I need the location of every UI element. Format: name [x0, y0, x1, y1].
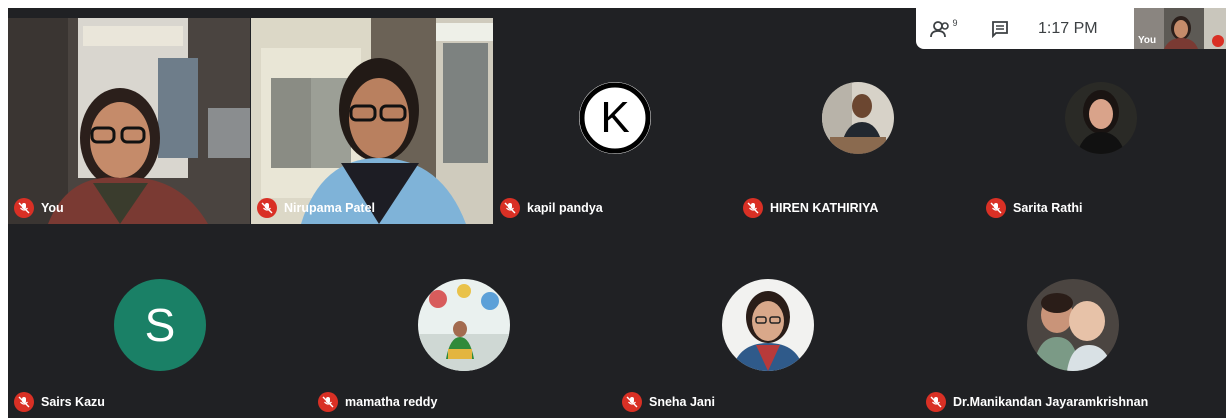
avatar [822, 82, 894, 154]
participant-name: mamatha reddy [345, 395, 438, 409]
mic-off-icon [743, 198, 763, 218]
participant-name: Dr.Manikandan Jayaramkrishnan [953, 395, 1149, 409]
mic-off-icon [14, 198, 34, 218]
participant-tile-mamatha-reddy[interactable]: mamatha reddy [312, 234, 616, 418]
participant-name: You [41, 201, 64, 215]
participant-tile-sneha-jani[interactable]: Sneha Jani [616, 234, 920, 418]
chat-icon [992, 20, 1008, 38]
participant-name: kapil pandya [527, 201, 603, 215]
avatar [1027, 279, 1119, 371]
participant-name: Nirupama Patel [284, 201, 376, 215]
participant-name: Sneha Jani [649, 395, 715, 409]
name-tag: Sairs Kazu [14, 392, 105, 412]
name-tag: Dr.Manikandan Jayaramkrishnan [926, 392, 1148, 412]
name-tag: mamatha reddy [318, 392, 437, 412]
participant-tile-kapil-pandya[interactable]: K kapil pandya [494, 18, 736, 224]
mic-off-icon [14, 392, 34, 412]
avatar [418, 279, 510, 371]
mic-off-icon [986, 198, 1006, 218]
self-view-thumbnail[interactable]: You [1134, 8, 1226, 49]
video-feed-nirupama-patel [251, 18, 493, 224]
participants-button[interactable]: 9 [916, 8, 972, 49]
avatar-letter: K [600, 93, 630, 142]
mic-off-icon [926, 392, 946, 412]
mic-off-icon [622, 392, 642, 412]
video-feed-you [8, 18, 250, 224]
name-tag: Sarita Rathi [986, 198, 1082, 218]
chat-button[interactable] [972, 8, 1028, 49]
participant-name: HIREN KATHIRIYA [770, 201, 879, 215]
participant-tile-dr-manikandan[interactable]: Dr.Manikandan Jayaramkrishnan [920, 234, 1226, 418]
avatar: S [114, 279, 206, 371]
avatar [1065, 82, 1137, 154]
avatar: K [579, 82, 651, 154]
avatar-letter: S [144, 299, 176, 351]
mic-off-icon [257, 198, 277, 218]
name-tag: HIREN KATHIRIYA [743, 198, 878, 218]
meeting-stage: You Nirupama Patel K kapil pandya HIREN … [8, 8, 1226, 418]
participant-tile-sairs-kazu[interactable]: S Sairs Kazu [8, 234, 312, 418]
participant-name: Sarita Rathi [1013, 201, 1083, 215]
name-tag: You [14, 198, 64, 218]
mic-off-icon [500, 198, 520, 218]
name-tag: kapil pandya [500, 198, 603, 218]
participant-tile-you[interactable]: You [8, 18, 250, 224]
clock: 1:17 PM [1038, 19, 1098, 37]
participant-tile-nirupama-patel[interactable]: Nirupama Patel [251, 18, 493, 224]
participants-count: 9 [952, 17, 958, 28]
name-tag: Sneha Jani [622, 392, 715, 412]
participant-name: Sairs Kazu [41, 395, 105, 409]
avatar [722, 279, 814, 371]
mic-off-icon [1212, 35, 1224, 47]
meeting-top-bar: 9 1:17 PM [916, 8, 1134, 49]
self-view-label: You [1138, 35, 1157, 46]
mic-off-icon [318, 392, 338, 412]
name-tag: Nirupama Patel [257, 198, 375, 218]
